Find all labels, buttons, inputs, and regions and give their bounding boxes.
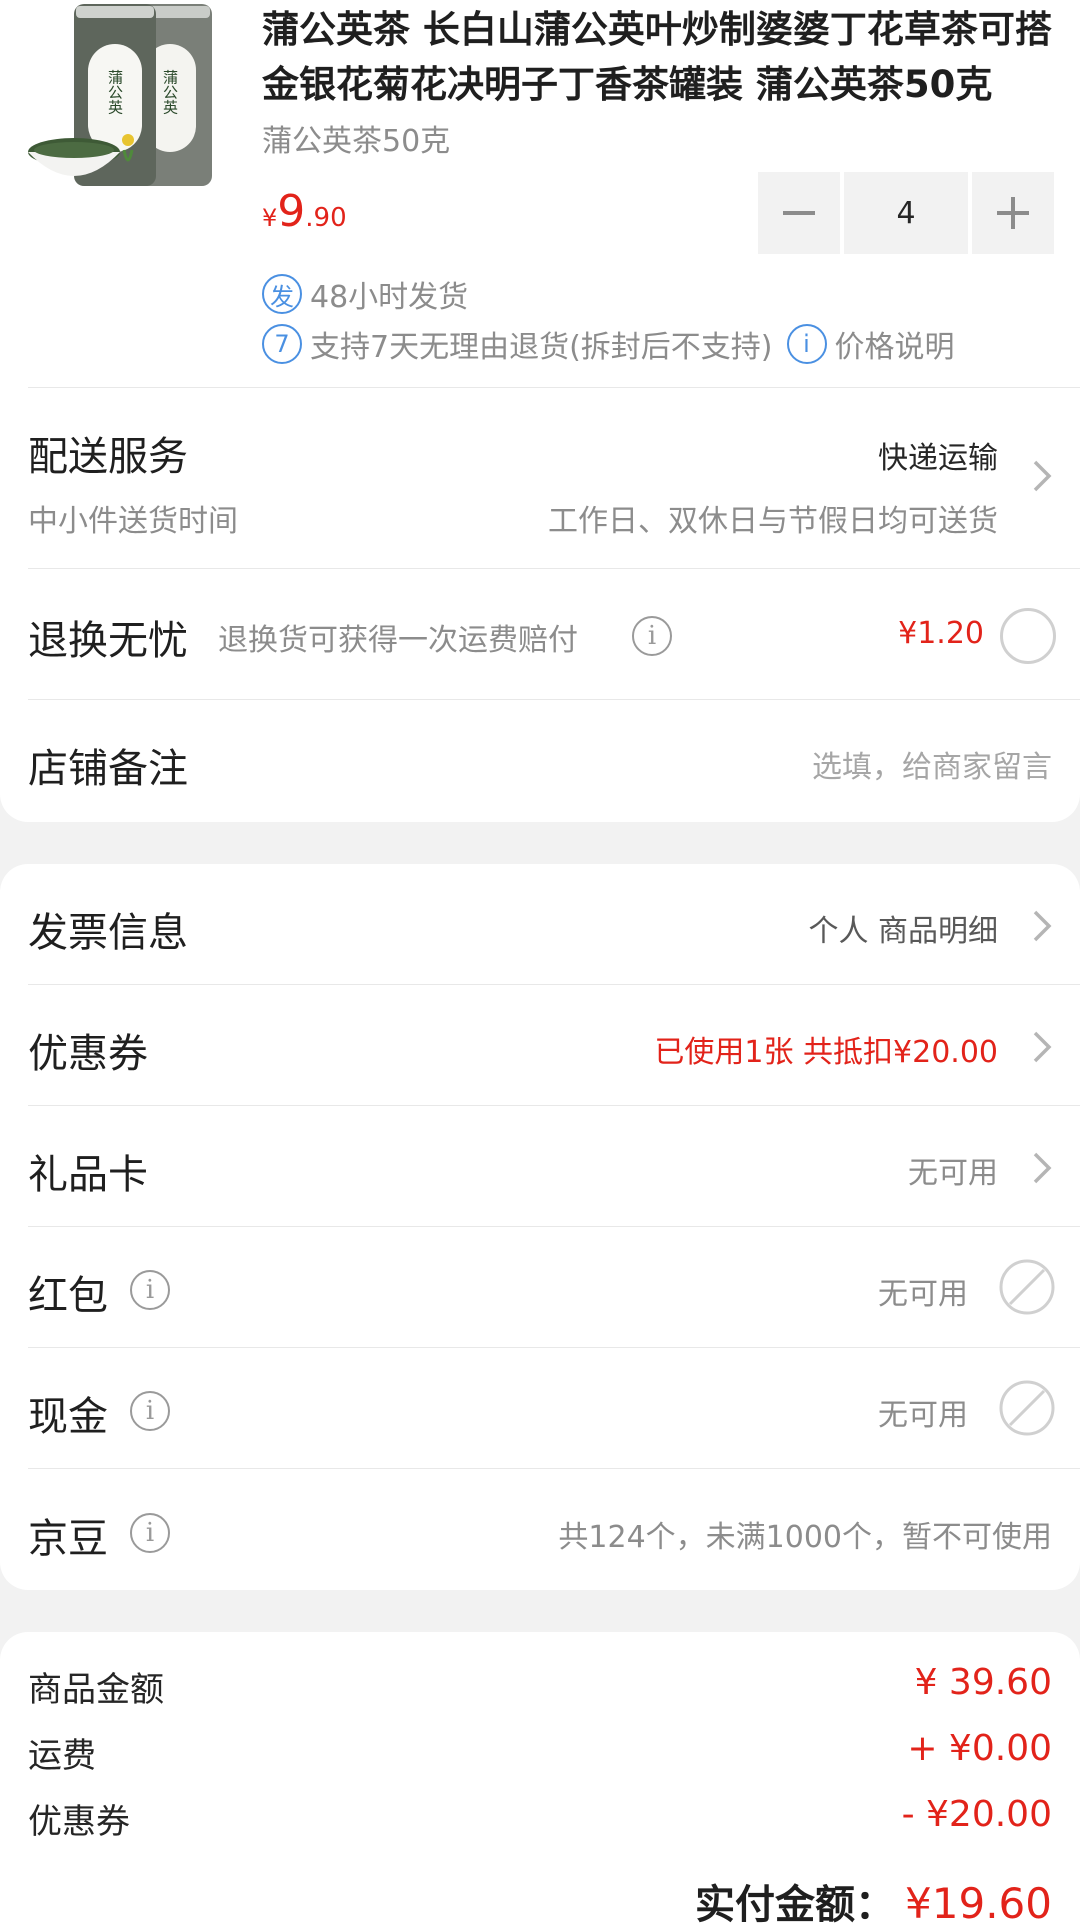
chevron-right-icon (1033, 460, 1052, 492)
total-amount-value: ¥19.60 (905, 1879, 1052, 1928)
chevron-right-icon (1033, 1152, 1052, 1184)
shop-note-input[interactable]: 选填，给商家留言 (812, 742, 1052, 786)
coupon-discount-value: - ¥20.00 (901, 1794, 1052, 1835)
delivery-subtitle: 中小件送货时间 (28, 504, 238, 539)
redpacket-title: 红包 (28, 1273, 108, 1319)
order-product-card: 蒲公英 蒲公英 蒲公英茶 长白山蒲公英叶炒制婆婆丁花草茶可搭金银花菊花决明子丁香… (0, 0, 1080, 822)
divider (28, 699, 1080, 700)
disabled-circle-icon (999, 1259, 1055, 1315)
disabled-circle-icon (999, 1380, 1055, 1436)
total-amount: 实付金额： ¥19.60 (695, 1872, 1052, 1930)
price-decimal: .90 (305, 203, 347, 233)
info-icon[interactable]: i (632, 616, 672, 656)
divider (28, 984, 1080, 985)
info-icon[interactable]: i (130, 1270, 170, 1310)
svg-text:蒲公英: 蒲公英 (106, 70, 124, 115)
minus-icon (783, 211, 815, 215)
redpacket-value: 无可用 (878, 1277, 968, 1312)
chevron-right-icon (1033, 910, 1052, 942)
shipping-fee-label: 运费 (28, 1736, 96, 1776)
divider (28, 1105, 1080, 1106)
payment-options-card: 发票信息 个人 商品明细 优惠券 已使用1张 共抵扣¥20.00 礼品卡 无可用… (0, 864, 1080, 1590)
divider (28, 1468, 1080, 1469)
return-insurance-desc: 退换货可获得一次运费赔付 (218, 623, 578, 658)
return-insurance-title: 退换无忧 (28, 618, 188, 664)
return-insurance-price: ¥1.20 (898, 616, 984, 651)
cash-value: 无可用 (878, 1398, 968, 1433)
ship-badge-icon: 发 (262, 274, 302, 314)
divider (28, 568, 1080, 569)
quantity-stepper[interactable]: 4 (758, 172, 1054, 254)
jingdou-value: 共124个，未满1000个，暂不可使用 (558, 1520, 1052, 1555)
price-currency: ¥ (262, 204, 278, 232)
shop-note-title: 店铺备注 (28, 746, 188, 792)
invoice-value: 个人 商品明细 (808, 914, 998, 949)
info-icon[interactable]: i (786, 324, 827, 364)
delivery-service-title: 配送服务 (28, 434, 188, 480)
info-icon[interactable]: i (130, 1513, 170, 1553)
jingdou-title: 京豆 (28, 1516, 108, 1562)
divider (28, 1226, 1080, 1227)
total-amount-label: 实付金额： (695, 1882, 896, 1928)
shipping-service-text: 48小时发货 (310, 280, 469, 315)
divider (28, 387, 1080, 388)
coupon-value: 已使用1张 共抵扣¥20.00 (654, 1035, 998, 1070)
radio-circle-icon[interactable] (1000, 608, 1056, 664)
price-explain-link[interactable]: 价格说明 (835, 322, 955, 366)
giftcard-value: 无可用 (908, 1156, 998, 1191)
plus-icon (997, 197, 1029, 229)
divider (28, 1347, 1080, 1348)
increase-quantity-button[interactable] (972, 172, 1054, 254)
product-title[interactable]: 蒲公英茶 长白山蒲公英叶炒制婆婆丁花草茶可搭金银花菊花决明子丁香茶罐装 蒲公英茶… (262, 2, 1062, 112)
giftcard-title: 礼品卡 (28, 1152, 148, 1198)
return-7day-icon: 7 (262, 324, 302, 364)
decrease-quantity-button[interactable] (758, 172, 840, 254)
product-image[interactable]: 蒲公英 蒲公英 (28, 0, 228, 200)
goods-amount-value: ¥ 39.60 (914, 1662, 1052, 1703)
coupon-title: 优惠券 (28, 1031, 148, 1077)
order-summary-card: 商品金额 ¥ 39.60 运费 + ¥0.00 优惠券 - ¥20.00 实付金… (0, 1632, 1080, 1931)
cash-title: 现金 (28, 1394, 108, 1440)
product-price: ¥9.90 (262, 186, 347, 237)
delivery-time: 工作日、双休日与节假日均可送货 (548, 504, 998, 539)
svg-text:蒲公英: 蒲公英 (161, 70, 179, 115)
goods-amount-label: 商品金额 (28, 1670, 164, 1710)
price-integer: 9 (277, 186, 306, 237)
coupon-discount-label: 优惠券 (28, 1802, 130, 1842)
invoice-title: 发票信息 (28, 910, 188, 956)
return-service-text: 支持7天无理由退货(拆封后不支持) (310, 330, 773, 365)
shipping-service-row: 发 48小时发货 (262, 272, 468, 316)
product-sku: 蒲公英茶50克 (262, 124, 451, 159)
delivery-method: 快递运输 (878, 441, 998, 476)
shipping-fee-value: + ¥0.00 (907, 1728, 1052, 1769)
quantity-value[interactable]: 4 (844, 172, 968, 254)
info-icon[interactable]: i (130, 1391, 170, 1431)
return-service-row: 7 支持7天无理由退货(拆封后不支持) i 价格说明 (262, 322, 955, 366)
chevron-right-icon (1033, 1031, 1052, 1063)
